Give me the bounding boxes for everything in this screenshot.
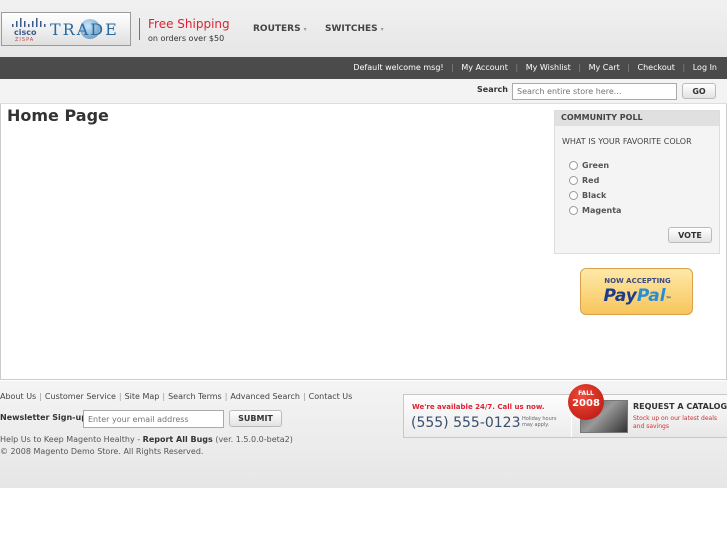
my-cart-link[interactable]: My Cart <box>589 63 620 72</box>
availability-text: We're available 24/7. Call us now. <box>412 403 545 411</box>
catalog-banner[interactable]: We're available 24/7. Call us now. (555)… <box>403 384 727 438</box>
nav-switches[interactable]: SWITCHES ▾ <box>325 24 384 34</box>
paypal-logo: PayPal™ <box>581 286 694 306</box>
welcome-message: Default welcome msg! <box>353 63 444 72</box>
version-text: (ver. 1.5.0.0-beta2) <box>212 435 293 444</box>
radio-icon[interactable] <box>569 176 578 185</box>
poll-option-label: Black <box>582 191 607 200</box>
copyright: © 2008 Magento Demo Store. All Rights Re… <box>0 447 204 456</box>
logo-trade-text: TRADE <box>50 20 119 39</box>
fall-word: FALL <box>578 390 594 397</box>
header: cisco ZISPA TRADE Free Shipping on order… <box>0 0 727 57</box>
checkout-link[interactable]: Checkout <box>638 63 675 72</box>
stock-up-text: Stock up on our latest deals and savings <box>633 415 718 430</box>
paypal-pay: Pay <box>603 286 637 306</box>
nav-routers[interactable]: ROUTERS ▾ <box>253 24 307 34</box>
separator: | <box>682 63 686 72</box>
separator: | <box>118 392 122 401</box>
separator: | <box>451 63 454 72</box>
search-input[interactable] <box>512 83 677 100</box>
nav-switches-label: SWITCHES <box>325 24 378 34</box>
fall-year: 2008 <box>572 398 600 409</box>
poll-option-label: Red <box>582 176 600 185</box>
poll-option-magenta[interactable]: Magenta <box>569 206 621 216</box>
report-bugs-link[interactable]: Report All Bugs <box>143 435 213 444</box>
poll-option-black[interactable]: Black <box>569 191 606 201</box>
separator: | <box>627 63 630 72</box>
help-text: Help Us to Keep Magento Healthy - Report… <box>0 435 293 444</box>
top-links-bar: Default welcome msg! | My Account | My W… <box>0 57 727 79</box>
search-label: Search <box>477 85 508 94</box>
fall-2008-badge: FALL 2008 <box>568 384 604 420</box>
my-wishlist-link[interactable]: My Wishlist <box>526 63 571 72</box>
footer-link-site-map[interactable]: Site Map <box>125 392 160 401</box>
separator: | <box>578 63 582 72</box>
chevron-down-icon: ▾ <box>303 26 307 33</box>
poll-option-red[interactable]: Red <box>569 176 599 186</box>
shipping-divider <box>139 18 140 40</box>
log-in-link[interactable]: Log In <box>693 63 717 72</box>
free-shipping-title: Free Shipping <box>148 17 230 31</box>
search-go-button[interactable]: GO <box>682 83 716 99</box>
nav-routers-label: ROUTERS <box>253 24 301 34</box>
vote-button[interactable]: VOTE <box>668 227 712 243</box>
separator: | <box>224 392 228 401</box>
store-logo[interactable]: cisco ZISPA TRADE <box>1 12 131 46</box>
logo-cisco-text: cisco <box>14 28 37 37</box>
separator: | <box>162 392 166 401</box>
poll-title: COMMUNITY POLL <box>555 111 719 126</box>
page-title: Home Page <box>7 106 109 125</box>
poll-option-green[interactable]: Green <box>569 161 609 171</box>
poll-option-label: Magenta <box>582 206 622 215</box>
footer-link-about-us[interactable]: About Us <box>0 392 36 401</box>
paypal-badge[interactable]: NOW ACCEPTING PayPal™ <box>580 268 693 315</box>
radio-icon[interactable] <box>569 161 578 170</box>
free-shipping-subtitle: on orders over $50 <box>148 34 225 43</box>
separator: | <box>39 392 42 401</box>
poll-question: WHAT IS YOUR FAVORITE COLOR <box>562 137 692 146</box>
footer-link-advanced-search[interactable]: Advanced Search <box>230 392 300 401</box>
holiday-hours-note: Holiday hours may apply. <box>522 416 557 428</box>
paypal-tm: ™ <box>665 296 672 303</box>
paypal-now-accepting: NOW ACCEPTING <box>604 277 671 285</box>
footer-link-contact-us[interactable]: Contact Us <box>309 392 353 401</box>
radio-icon[interactable] <box>569 206 578 215</box>
footer-link-search-terms[interactable]: Search Terms <box>168 392 222 401</box>
call-us-panel: We're available 24/7. Call us now. (555)… <box>404 395 571 437</box>
help-prefix: Help Us to Keep Magento Healthy - <box>0 435 143 444</box>
paypal-pal: Pal <box>636 286 666 306</box>
newsletter-email-input[interactable] <box>83 410 224 428</box>
cisco-bars-icon <box>12 18 46 27</box>
footer-link-customer-service[interactable]: Customer Service <box>45 392 116 401</box>
search-bar: Search GO <box>0 79 727 104</box>
separator: | <box>302 392 306 401</box>
newsletter-submit-button[interactable]: SUBMIT <box>229 410 282 427</box>
footer-links: About Us | Customer Service | Site Map | Searc… <box>0 392 352 401</box>
request-catalog-title: REQUEST A CATALOG! <box>633 402 727 411</box>
community-poll: COMMUNITY POLL WHAT IS YOUR FAVORITE COL… <box>554 110 720 254</box>
chevron-down-icon: ▾ <box>380 26 384 33</box>
poll-option-label: Green <box>582 161 610 170</box>
top-links: Default welcome msg! | My Account | My W… <box>353 63 717 72</box>
my-account-link[interactable]: My Account <box>461 63 507 72</box>
newsletter-label: Newsletter Sign-up: <box>0 413 91 422</box>
phone-number: (555) 555-0123 <box>411 415 521 431</box>
logo-zispa-text: ZISPA <box>15 37 35 43</box>
radio-icon[interactable] <box>569 191 578 200</box>
separator: | <box>515 63 519 72</box>
